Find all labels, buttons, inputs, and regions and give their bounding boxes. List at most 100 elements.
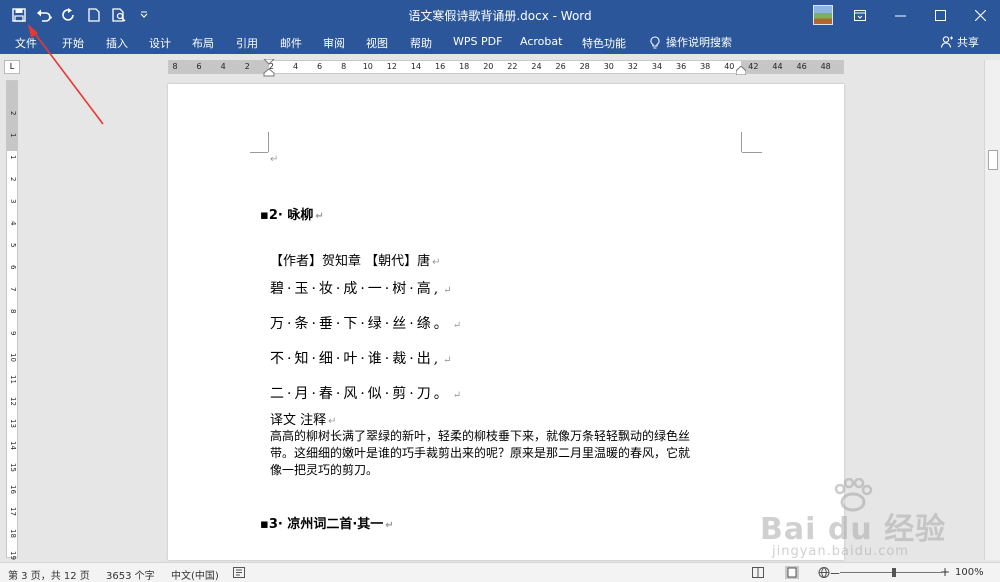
- watermark-brand: Bai du 经验: [760, 512, 947, 547]
- tab-features[interactable]: 特色功能: [582, 35, 626, 51]
- tab-home[interactable]: 开始: [62, 35, 84, 51]
- poem-line[interactable]: 万·条·垂·下·绿·丝·绦。 ↵: [270, 313, 464, 333]
- tab-layout[interactable]: 布局: [192, 35, 214, 51]
- share-label: 共享: [957, 36, 979, 49]
- ruler-tick-label: 24: [531, 62, 542, 71]
- crop-mark: [268, 132, 269, 152]
- ruler-tick-label: 4: [9, 221, 17, 226]
- tab-file[interactable]: 文件: [15, 35, 37, 51]
- poem-text: 不·知·细·叶·谁·裁·出,: [270, 351, 442, 367]
- lightbulb-icon: [650, 35, 660, 48]
- section-heading[interactable]: ▪3· 凉州词二首·其一 ↵: [260, 513, 394, 532]
- ribbon-tabs: 文件 开始 插入 设计 布局 引用 邮件 审阅 视图 帮助 WPS PDF Ac…: [0, 30, 1000, 54]
- poem-line[interactable]: 二·月·春·风·似·剪·刀。 ↵: [270, 383, 464, 403]
- maximize-icon[interactable]: [920, 0, 960, 30]
- poem-line[interactable]: 不·知·细·叶·谁·裁·出, ↵: [270, 348, 455, 368]
- paragraph-mark: ↵: [452, 390, 465, 401]
- ruler-tick-label: 8: [341, 62, 347, 71]
- ruler-tick-label: 26: [555, 62, 566, 71]
- watermark: Bai du 经验 jingyan.baidu.com: [740, 478, 980, 568]
- ruler-tick-label: 48: [820, 62, 831, 71]
- macro-record-icon[interactable]: [233, 567, 245, 578]
- tab-insert[interactable]: 插入: [106, 35, 128, 51]
- poem-text: 二·月·春·风·似·剪·刀。: [270, 386, 451, 402]
- ruler-tick-label: 6: [317, 62, 323, 71]
- zoom-level[interactable]: 100%: [955, 567, 984, 578]
- ribbon-display-icon[interactable]: [840, 0, 880, 30]
- horizontal-ruler[interactable]: 8 6 4 2 2 4 6 8 10 12 14 16 18 20 22 24 26 28 30 32 34 36 38 40…: [168, 59, 844, 77]
- ruler-tick-label: 11: [9, 375, 17, 384]
- ruler-tick-label: 40: [724, 62, 735, 71]
- watermark-url: jingyan.baidu.com: [772, 544, 909, 559]
- ruler-tick-label: 8: [172, 62, 178, 71]
- translation-paragraph[interactable]: 高高的柳树长满了翠绿的新叶，轻柔的柳枝垂下来，就像万条轻轻飘动的绿色丝 带。这细…: [270, 428, 690, 479]
- ruler-tick-label: 19: [9, 551, 17, 560]
- ruler-tick-label: 6: [9, 265, 17, 270]
- indent-marker-icon[interactable]: [263, 59, 275, 77]
- ruler-tick-label: 36: [676, 62, 687, 71]
- poem-text: 碧·玉·妆·成·一·树·高,: [270, 281, 442, 297]
- tab-help[interactable]: 帮助: [410, 35, 432, 51]
- tab-mailings[interactable]: 邮件: [280, 35, 302, 51]
- ruler-tick-label: 2: [9, 111, 17, 116]
- poem-text: 万·条·垂·下·绿·丝·绦。: [270, 316, 451, 332]
- scrollbar-thumb[interactable]: [988, 150, 998, 170]
- ruler-tick-label: 46: [796, 62, 807, 71]
- right-indent-icon[interactable]: [736, 66, 746, 75]
- heading-text: 2· 咏柳: [268, 208, 314, 223]
- zoom-slider-handle[interactable]: [892, 568, 896, 577]
- ruler-tick-label: 5: [9, 243, 17, 248]
- ruler-tick-label: 4: [292, 62, 299, 71]
- ruler-tick-label: 10: [9, 353, 17, 362]
- translation-label[interactable]: 译文 注释 ↵: [270, 409, 337, 428]
- tab-review[interactable]: 审阅: [323, 35, 345, 51]
- minimize-icon[interactable]: [880, 0, 920, 30]
- ruler-tick-label: 14: [410, 62, 422, 71]
- paragraph-mark: ↵: [328, 416, 337, 427]
- share-button[interactable]: 共享: [941, 34, 979, 50]
- page-count[interactable]: 第 3 页，共 12 页: [8, 567, 90, 582]
- translation-label-text: 译文 注释: [270, 413, 327, 428]
- ruler-tick-label: 16: [435, 62, 446, 71]
- translation-line: 高高的柳树长满了翠绿的新叶，轻柔的柳枝垂下来，就像万条轻轻飘动的绿色丝: [270, 429, 691, 443]
- tab-acrobat[interactable]: Acrobat: [520, 35, 562, 48]
- ruler-tick-label: 20: [483, 62, 494, 71]
- tab-selector[interactable]: L: [4, 60, 20, 74]
- person-icon: [941, 36, 953, 48]
- zoom-slider[interactable]: [840, 572, 942, 573]
- read-mode-icon[interactable]: [752, 567, 764, 578]
- ruler-tick-label: 32: [627, 62, 638, 71]
- word-window: 语文寒假诗歌背诵册.docx - Word 文件 开始 插入 设计 布局 引用 …: [0, 0, 1000, 582]
- ruler-tick-label: 10: [362, 62, 373, 71]
- author-line[interactable]: 【作者】贺知章 【朝代】唐 ↵: [270, 250, 441, 269]
- tab-references[interactable]: 引用: [236, 35, 258, 51]
- word-count[interactable]: 3653 个字: [106, 567, 155, 582]
- heading-text: 3· 凉州词二首·其一: [268, 517, 384, 532]
- close-icon[interactable]: [960, 0, 1000, 30]
- vertical-scrollbar[interactable]: [984, 60, 1000, 560]
- section-heading[interactable]: ▪2· 咏柳 ↵: [260, 204, 324, 223]
- ruler-tick-label: 30: [603, 62, 614, 71]
- paragraph-mark: ↵: [315, 211, 324, 222]
- ruler-tick-label: 28: [579, 62, 590, 71]
- ruler-tick-label: 9: [9, 331, 17, 336]
- title-bar: 语文寒假诗歌背诵册.docx - Word: [0, 0, 1000, 30]
- tell-me-search[interactable]: 操作说明搜索: [650, 34, 732, 50]
- account-picture[interactable]: [813, 5, 833, 25]
- tab-design[interactable]: 设计: [149, 35, 171, 51]
- crop-mark: [250, 152, 268, 153]
- tab-wps-pdf[interactable]: WPS PDF: [453, 35, 502, 48]
- poem-line[interactable]: 碧·玉·妆·成·一·树·高, ↵: [270, 278, 455, 298]
- ruler-tick-label: 6: [196, 62, 202, 71]
- ruler-tick-label: 42: [748, 62, 759, 71]
- ruler-tick-label: 18: [9, 529, 17, 538]
- ruler-tick-label: 17: [9, 507, 17, 516]
- paragraph-mark: ↵: [443, 355, 455, 366]
- tab-view[interactable]: 视图: [366, 35, 388, 51]
- ruler-tick-label: 7: [9, 287, 17, 292]
- ruler-tick-label: 38: [700, 62, 711, 71]
- ruler-tick-label: 15: [9, 463, 17, 472]
- language-indicator[interactable]: 中文(中国): [171, 567, 219, 582]
- vertical-ruler[interactable]: 2 1 1 2 3 4 5 6 7 8 9 10 11 12 13 14 15 16 17 18 19: [6, 80, 18, 560]
- ruler-tick-label: 3: [9, 199, 17, 204]
